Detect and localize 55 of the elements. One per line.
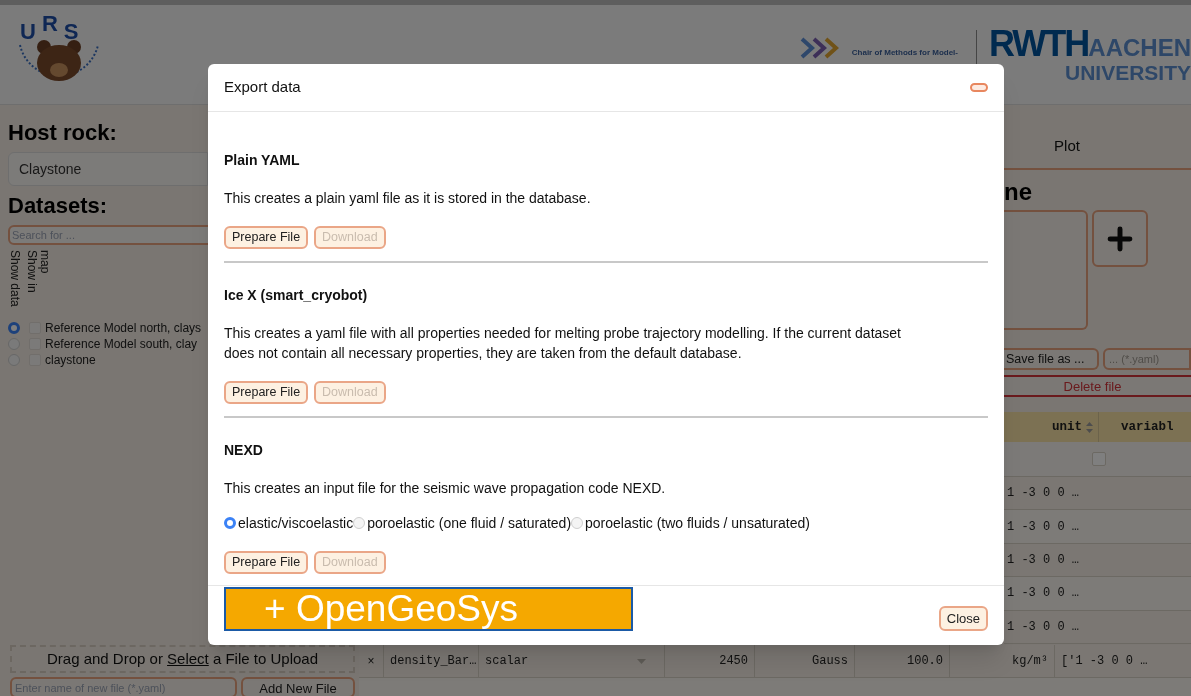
opengeosys-banner: + OpenGeoSys — [224, 587, 633, 631]
close-button[interactable] — [970, 83, 988, 92]
university-short-name: RWTH — [989, 26, 1089, 62]
datasets-heading: Datasets: — [8, 192, 109, 220]
logo-letter: R — [41, 10, 58, 38]
section-description: This creates a yaml file with all properties needed for melting probe trajectory modelling. If the current dataset does not contain all necessary properties, they are taken from the default database. — [224, 324, 902, 363]
section-description: This creates a plain yaml file as it is stored in the database. — [224, 189, 592, 208]
column-header[interactable]: variabl — [1121, 417, 1174, 437]
dataset-name[interactable]: Reference Model south, clay — [45, 335, 198, 353]
radio-button[interactable] — [353, 517, 366, 529]
logo-letter: U — [20, 18, 36, 46]
section-title: NEXD — [224, 441, 264, 460]
delete-file-button[interactable]: Delete file — [1004, 375, 1191, 397]
radio-button[interactable] — [571, 517, 584, 529]
radio-button[interactable] — [8, 322, 20, 334]
dialog-title: Export data — [224, 77, 301, 98]
host-rock-heading: Host rock: — [8, 119, 118, 147]
section-title: Plain YAML — [224, 151, 301, 170]
dataset-name[interactable]: Reference Model north, clays — [45, 319, 202, 337]
table-cell-text: 1 -3 0 0 … — [1006, 585, 1079, 603]
caret-icon[interactable] — [637, 658, 646, 664]
save-file-button[interactable]: Save file as ... — [1004, 348, 1099, 370]
table-cell-text: 1 -3 0 0 … — [1006, 485, 1079, 503]
column-header: Show data — [8, 250, 21, 308]
column-header: Show in map — [25, 250, 51, 295]
section-title: Ice X (smart_cryobot) — [224, 286, 369, 305]
option-label[interactable]: poroelastic (one fluid / saturated) — [367, 512, 572, 534]
file-title: ne — [1004, 178, 1033, 206]
prepare-file-button[interactable]: Prepare File — [224, 381, 309, 404]
host-rock-select[interactable]: Claystone — [8, 152, 208, 186]
table-cell-text: ['1 -3 0 0 … — [1060, 653, 1149, 670]
option-label[interactable]: poroelastic (two fluids / unsaturated) — [585, 512, 810, 534]
add-button[interactable] — [1092, 210, 1148, 267]
section-description: This creates an input file for the seismic wave propagation code NEXD. — [224, 479, 667, 498]
select-link[interactable]: Select — [167, 649, 209, 667]
table-cell-text: 1 -3 0 0 … — [1006, 618, 1079, 636]
table-cell-text: 1 -3 0 0 … — [1006, 551, 1079, 569]
prepare-file-button[interactable]: Prepare File — [224, 226, 309, 249]
filter-checkbox[interactable] — [1092, 452, 1106, 466]
sort-icon[interactable] — [1086, 421, 1093, 433]
upload-instruction: Drag and Drop or Select a File to Upload — [47, 648, 318, 669]
university-city: AACHEN — [1088, 36, 1191, 60]
plot-tab[interactable]: Plot — [1004, 125, 1130, 168]
dataset-name[interactable]: claystone — [45, 351, 96, 369]
close-dialog-button[interactable]: Close — [938, 606, 988, 631]
table-cell-text: 1 -3 0 0 … — [1006, 518, 1079, 536]
option-label[interactable]: elastic/viscoelastic — [238, 512, 354, 534]
logo-letter: S — [63, 18, 79, 46]
add-new-file-button[interactable]: Add New File — [241, 677, 355, 696]
chair-name: Chair of Methods for Model- — [851, 46, 958, 59]
prepare-file-button[interactable]: Prepare File — [224, 551, 309, 574]
university-name: UNIVERSITY — [1064, 62, 1191, 83]
column-header[interactable]: unit — [1052, 417, 1082, 437]
table-cell-text: scalar — [485, 653, 529, 670]
radio-button[interactable] — [224, 517, 236, 529]
